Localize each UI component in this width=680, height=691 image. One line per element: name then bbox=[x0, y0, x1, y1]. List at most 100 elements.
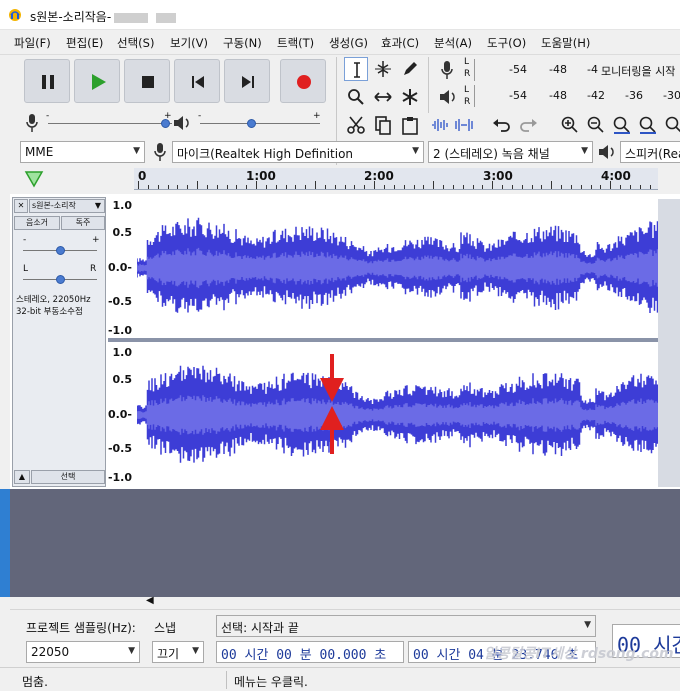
timeline-tick bbox=[157, 185, 159, 189]
redo-button[interactable] bbox=[516, 113, 540, 137]
menu-tools[interactable]: 도구(O) bbox=[487, 35, 526, 51]
speaker-icon[interactable] bbox=[438, 87, 458, 107]
menu-help[interactable]: 도움말(H) bbox=[541, 35, 590, 51]
skip-start-icon bbox=[192, 76, 204, 88]
playback-volume-slider[interactable] bbox=[200, 123, 320, 124]
playback-device-select[interactable]: 스피커(Rea bbox=[620, 141, 680, 163]
amplitude-label: 1.0 bbox=[112, 199, 133, 212]
speaker-icon bbox=[599, 145, 614, 159]
horizontal-scrollbar[interactable]: ◀ bbox=[10, 595, 680, 609]
playback-meter[interactable]: -54 -48 -42 -36 -30 bbox=[474, 85, 680, 107]
fit-project-button[interactable] bbox=[636, 113, 660, 137]
track-info: 스테레오, 22050Hz 32-bit 부동소수점 bbox=[16, 294, 91, 318]
selection-start-time[interactable]: 00 시간 00 분 00.000 초 bbox=[216, 641, 404, 663]
timeline-tick bbox=[521, 185, 523, 189]
record-volume-knob[interactable] bbox=[161, 119, 170, 128]
meter-right-label: R bbox=[464, 69, 471, 79]
menu-edit[interactable]: 편집(E) bbox=[66, 35, 103, 51]
meter-tick: -54 bbox=[509, 89, 527, 102]
watermark-text: 알콩달콩IT세상 rdsong.com bbox=[484, 646, 674, 662]
menu-view[interactable]: 보기(V) bbox=[170, 35, 208, 51]
track-name-menu[interactable]: s원본-소리작 ▼ bbox=[29, 199, 105, 213]
record-meter[interactable]: -54 -48 -4 모니터링을 시작 bbox=[474, 59, 680, 81]
timeline-tick bbox=[138, 181, 139, 189]
envelope-tool[interactable] bbox=[371, 57, 395, 81]
zoom-tool[interactable] bbox=[344, 85, 368, 109]
gain-slider-knob[interactable] bbox=[56, 246, 65, 255]
skip-to-start-button[interactable] bbox=[174, 59, 220, 103]
pan-right-label: R bbox=[90, 264, 97, 274]
solo-button[interactable]: 독주 bbox=[61, 216, 105, 230]
pause-button[interactable] bbox=[24, 59, 70, 103]
timeline-play-head-icon[interactable] bbox=[24, 170, 44, 188]
mute-label: 음소거 bbox=[25, 218, 49, 227]
mute-button[interactable]: 음소거 bbox=[14, 216, 60, 230]
track-bitdepth-line: 32-bit 부동소수점 bbox=[16, 307, 83, 317]
timeline-tick bbox=[639, 185, 641, 189]
stop-button[interactable] bbox=[124, 59, 170, 103]
monitoring-prompt[interactable]: 모니터링을 시작 bbox=[601, 63, 675, 79]
skip-end-icon bbox=[242, 76, 254, 88]
menu-generate[interactable]: 생성(G) bbox=[329, 35, 368, 51]
menu-file[interactable]: 파일(F) bbox=[14, 35, 51, 51]
scroll-left-icon[interactable]: ◀ bbox=[146, 595, 154, 606]
undo-button[interactable] bbox=[490, 113, 514, 137]
record-button[interactable] bbox=[280, 59, 326, 103]
menu-effect[interactable]: 효과(C) bbox=[381, 35, 419, 51]
microphone-icon[interactable] bbox=[438, 59, 456, 81]
selection-mode-select[interactable]: 선택: 시작과 끝 ▼ bbox=[216, 615, 596, 637]
fit-selection-button[interactable] bbox=[610, 113, 634, 137]
meter-tick: -48 bbox=[549, 63, 567, 76]
timeline-tick bbox=[561, 185, 563, 189]
pan-left-label: L bbox=[23, 264, 29, 274]
empty-track-space[interactable] bbox=[10, 489, 680, 597]
draw-tool[interactable] bbox=[398, 57, 422, 81]
zoom-out-button[interactable] bbox=[584, 113, 608, 137]
meter-right-label: R bbox=[464, 97, 471, 107]
snap-select[interactable]: 끄기 ▼ bbox=[152, 641, 204, 663]
timeline-tick bbox=[285, 185, 287, 189]
copy-button[interactable] bbox=[371, 113, 395, 137]
record-volume-slider[interactable] bbox=[48, 123, 172, 124]
play-button[interactable] bbox=[74, 59, 120, 103]
playback-device-value: 스피커(Rea bbox=[625, 147, 680, 161]
timeline-ruler[interactable]: 0 1:00 2:00 3:00 4:00 bbox=[134, 168, 658, 190]
recording-device-select[interactable]: 마이크(Realtek High Definition ▼ bbox=[172, 141, 424, 163]
menu-transport[interactable]: 구동(N) bbox=[223, 35, 262, 51]
waveform-channel-right[interactable] bbox=[137, 346, 658, 484]
meter-left-label: L bbox=[464, 57, 470, 67]
audio-host-select[interactable]: MME ▼ bbox=[20, 141, 145, 163]
menu-analyze[interactable]: 분석(A) bbox=[434, 35, 472, 51]
amplitude-label: -0.5 bbox=[107, 295, 132, 308]
copy-icon bbox=[375, 116, 391, 135]
time-shift-tool[interactable] bbox=[371, 85, 395, 109]
close-track-button[interactable]: ✕ bbox=[14, 199, 28, 213]
zoom-fit-selection-icon bbox=[613, 116, 630, 134]
multi-tool[interactable] bbox=[398, 85, 422, 109]
channels-select[interactable]: 2 (스테레오) 녹음 채널 ▼ bbox=[428, 141, 593, 163]
trim-button[interactable] bbox=[428, 113, 452, 137]
menu-select[interactable]: 선택(S) bbox=[117, 35, 154, 51]
selection-tool[interactable] bbox=[344, 57, 368, 81]
skip-to-end-button[interactable] bbox=[224, 59, 270, 103]
meter-tick: -30 bbox=[663, 89, 680, 102]
waveform-channel-left[interactable] bbox=[137, 199, 658, 337]
project-rate-select[interactable]: 22050 ▼ bbox=[26, 641, 140, 663]
pan-slider-knob[interactable] bbox=[56, 275, 65, 284]
silence-button[interactable] bbox=[452, 113, 476, 137]
playback-volume-knob[interactable] bbox=[247, 119, 256, 128]
timeline-label: 4:00 bbox=[601, 169, 631, 183]
cut-button[interactable] bbox=[344, 113, 368, 137]
meter-tick: -48 bbox=[549, 89, 567, 102]
timeline-tick bbox=[443, 185, 445, 189]
select-track-button[interactable]: 선택 bbox=[31, 470, 105, 484]
dropdown-arrow-icon: ▼ bbox=[94, 201, 101, 210]
track-control-panel: ✕ s원본-소리작 ▼ 음소거 독주 - + L R 스테레오, 22050Hz … bbox=[12, 197, 106, 487]
chevron-down-icon: ▼ bbox=[412, 146, 419, 156]
zoom-toggle-button[interactable] bbox=[662, 113, 680, 137]
playback-volume-icon bbox=[174, 116, 189, 130]
zoom-in-button[interactable] bbox=[558, 113, 582, 137]
collapse-track-button[interactable]: ▲ bbox=[14, 470, 30, 484]
menu-tracks[interactable]: 트랙(T) bbox=[277, 35, 314, 51]
paste-button[interactable] bbox=[398, 113, 422, 137]
